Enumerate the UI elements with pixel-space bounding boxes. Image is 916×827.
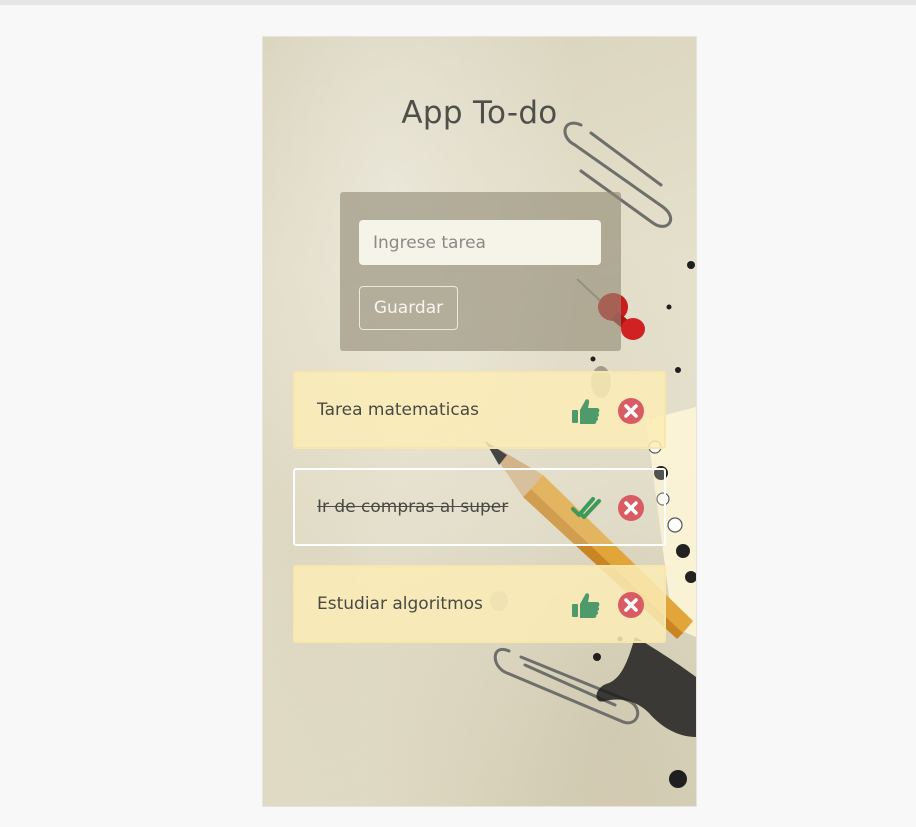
delete-icon[interactable] — [616, 396, 646, 426]
thumbs-up-icon[interactable] — [571, 590, 601, 620]
save-button[interactable]: Guardar — [359, 286, 458, 330]
task-form: Guardar — [340, 192, 621, 351]
task-text: Tarea matematicas — [317, 400, 479, 420]
task-item: Estudiar algoritmos — [293, 565, 666, 643]
browser-top-strip — [0, 0, 916, 5]
task-input[interactable] — [359, 220, 601, 265]
delete-icon[interactable] — [616, 493, 646, 523]
thumbs-up-icon[interactable] — [571, 396, 601, 426]
task-text: Estudiar algoritmos — [317, 594, 483, 614]
delete-icon[interactable] — [616, 590, 646, 620]
double-check-icon[interactable] — [571, 493, 601, 523]
todo-app-panel: App To-do Guardar Tarea matematicas Ir d… — [263, 37, 696, 806]
task-item: Ir de compras al super — [293, 468, 666, 546]
task-item: Tarea matematicas — [293, 371, 666, 449]
page-title: App To-do — [401, 95, 558, 131]
task-text: Ir de compras al super — [317, 497, 509, 517]
